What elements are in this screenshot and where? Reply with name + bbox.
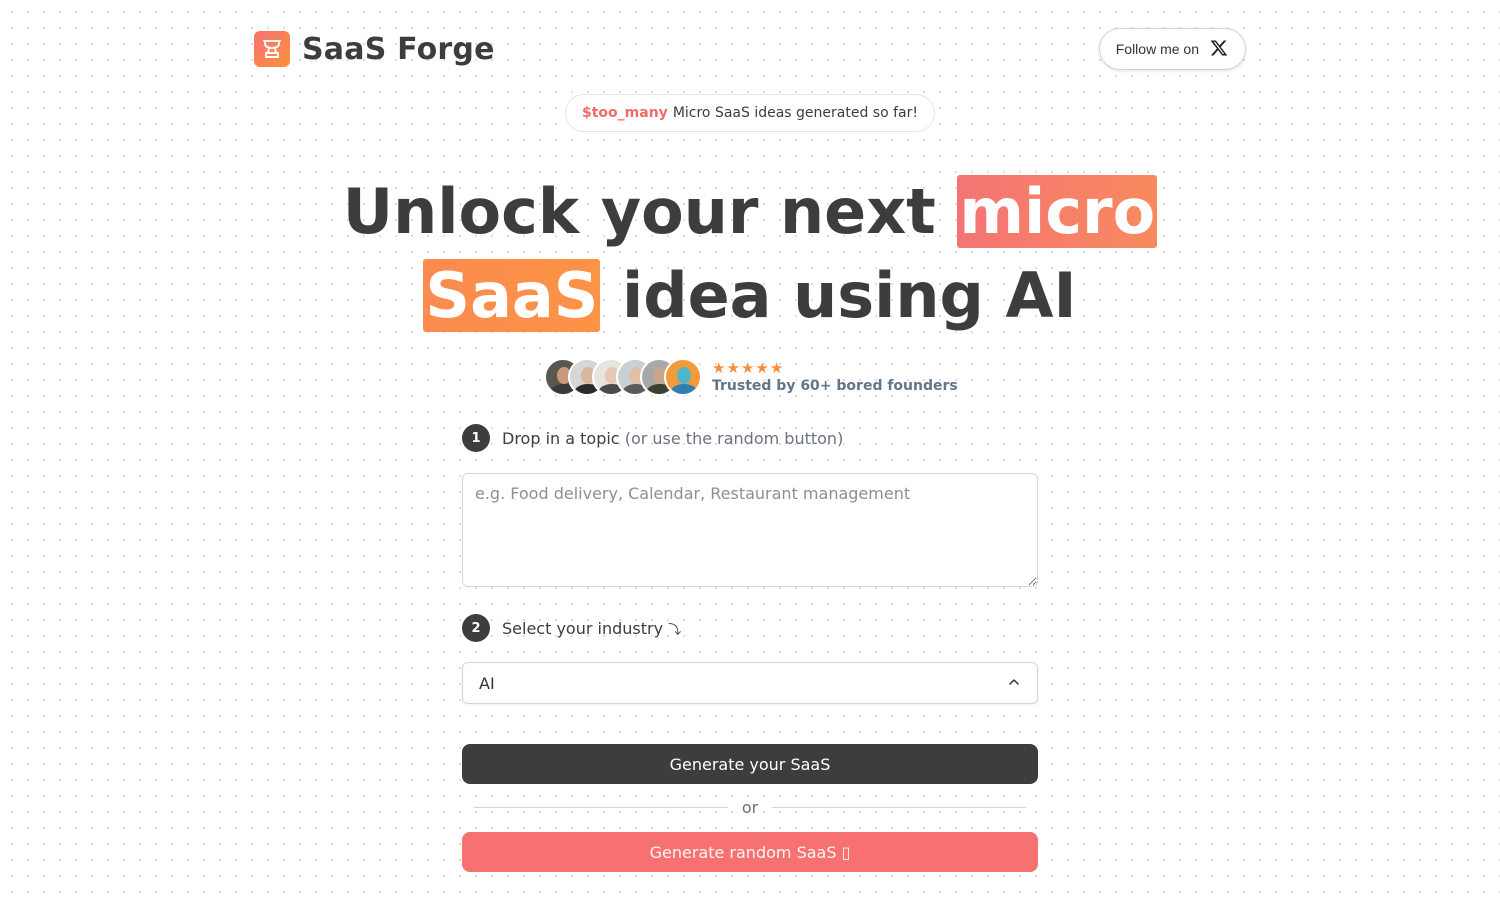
or-divider: or [474,796,1026,818]
step-2-title: Select your industry [502,618,664,638]
topic-input[interactable] [462,473,1038,587]
divider-line-right [772,806,1026,808]
industry-selected-value: AI [479,673,495,693]
step-1-number: 1 [462,424,490,452]
star-icon: ★ [769,359,784,377]
star-rating: ★ ★ ★ ★ ★ [712,360,958,376]
generate-random-saas-button[interactable]: Generate random SaaS ▯ [462,832,1038,872]
counter-value: $too_many [582,105,668,121]
step-2-number: 2 [462,614,490,642]
x-logo-icon [1209,38,1229,61]
hero-part1: Unlock your next [342,175,936,248]
counter-text: Micro SaaS ideas generated so far! [672,105,918,121]
step-1-title: Drop in a topic [502,428,620,448]
generate-saas-button[interactable]: Generate your SaaS [462,744,1038,784]
header: SaaS Forge Follow me on [254,28,1246,70]
dice-emoji-icon: ▯ [841,842,851,862]
step-1-hint: (or use the random button) [624,428,844,448]
star-icon: ★ [712,359,726,377]
rating: ★ ★ ★ ★ ★ Trusted by 60+ bored founders [712,360,958,394]
hero-headline: Unlock your next micro SaaS idea using A… [0,170,1500,338]
divider-line-left [474,806,728,808]
brand-name: SaaS Forge [302,31,495,67]
follow-label: Follow me on [1115,41,1199,57]
hero-highlight-micro: micro [957,175,1158,248]
star-icon: ★ [740,359,755,377]
industry-select[interactable]: AI [462,662,1038,704]
avatar-6 [664,358,702,396]
chevron-up-icon [1007,674,1021,693]
brand[interactable]: SaaS Forge [254,31,495,67]
ideas-counter-badge: $too_many Micro SaaS ideas generated so … [565,94,935,132]
curved-arrow-icon: ⤵ [668,622,682,638]
trusted-text: Trusted by 60+ bored founders [712,378,958,394]
avatar-group [544,358,702,396]
divider-text: or [741,797,759,817]
step-1-label: 1 Drop in a topic (or use the random but… [462,424,843,452]
trophy-icon [254,31,290,67]
hero-part2: idea using AI [622,259,1077,332]
social-proof: ★ ★ ★ ★ ★ Trusted by 60+ bored founders [544,357,958,397]
hero-highlight-saas: SaaS [423,259,601,332]
star-icon: ★ [755,359,769,377]
avatar-body [670,384,698,394]
follow-on-x-button[interactable]: Follow me on [1098,28,1246,70]
star-icon: ★ [726,359,740,377]
step-2-label: 2 Select your industry ⤵ [462,614,681,642]
avatar-face [677,367,691,384]
random-label: Generate random SaaS [649,842,837,862]
